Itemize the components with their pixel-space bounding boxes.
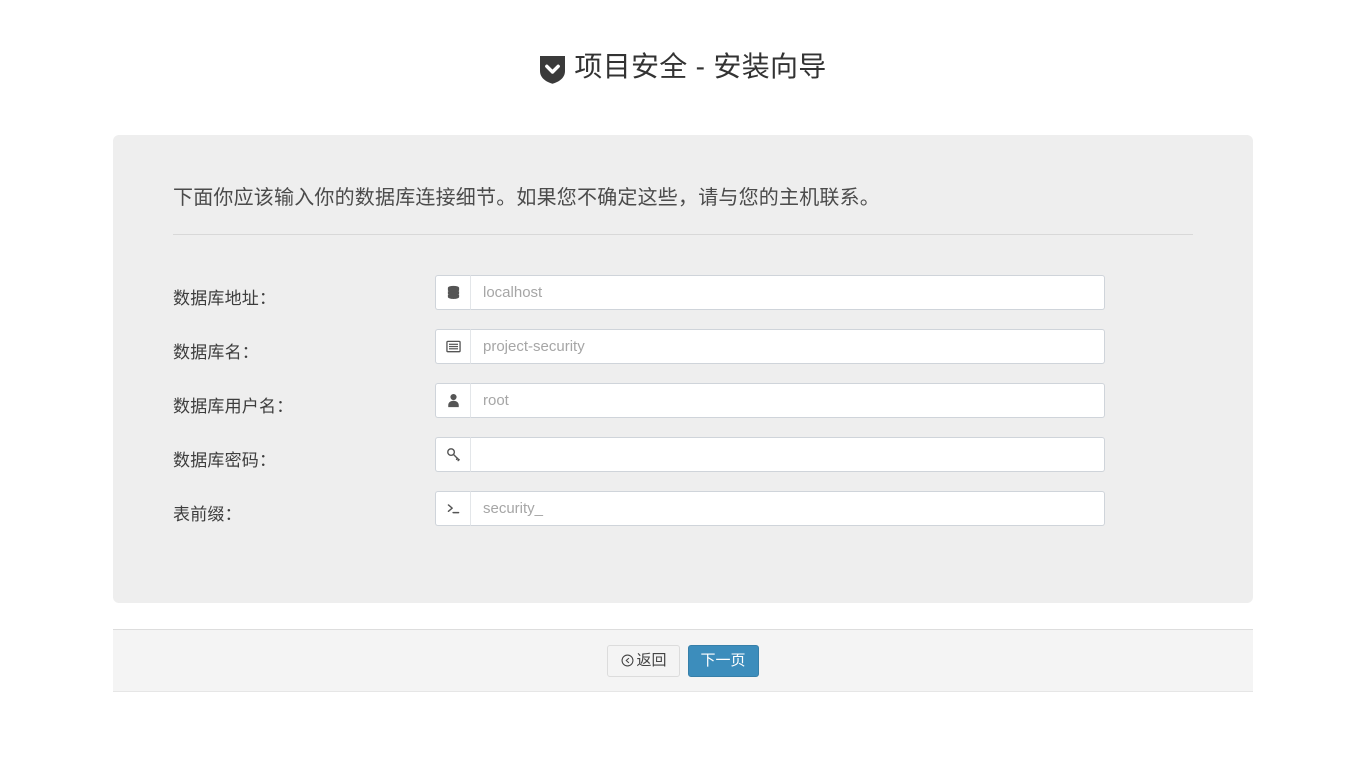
page-header: 项目安全 - 安装向导 <box>0 50 1366 84</box>
terminal-icon <box>435 491 471 526</box>
table-list-icon <box>435 329 471 364</box>
form-row-db-host: 数据库地址： <box>113 275 1253 329</box>
next-button-label: 下一页 <box>700 652 746 669</box>
database-icon <box>435 275 471 310</box>
wizard-footer: 返回 下一页 <box>113 629 1253 692</box>
db-password-input[interactable] <box>471 437 1105 472</box>
label-db-password: 数据库密码： <box>173 451 277 470</box>
arrow-circle-left-icon <box>620 654 634 668</box>
db-name-input[interactable] <box>471 329 1105 364</box>
form-row-db-name: 数据库名： <box>113 329 1253 383</box>
key-icon <box>435 437 471 472</box>
label-table-prefix: 表前缀： <box>173 505 242 524</box>
input-group-table-prefix <box>435 491 1105 526</box>
form-row-db-password: 数据库密码： <box>113 437 1253 491</box>
back-button[interactable]: 返回 <box>607 644 680 677</box>
back-button-label: 返回 <box>636 652 667 669</box>
install-wizard-page: 项目安全 - 安装向导 下面你应该输入你的数据库连接细节。如果您不确定这些，请与… <box>0 0 1366 768</box>
user-icon <box>435 383 471 418</box>
input-group-db-user <box>435 383 1105 418</box>
panel-divider <box>173 234 1193 235</box>
next-button[interactable]: 下一页 <box>687 644 759 677</box>
database-config-form: 数据库地址： 数据库名： <box>113 275 1253 545</box>
shield-chevron-down-icon <box>539 55 566 84</box>
label-db-host: 数据库地址： <box>173 289 277 308</box>
label-db-name: 数据库名： <box>173 343 259 362</box>
form-row-db-user: 数据库用户名： <box>113 383 1253 437</box>
input-group-db-name <box>435 329 1105 364</box>
page-title: 项目安全 - 安装向导 <box>574 51 827 82</box>
input-group-db-host <box>435 275 1105 310</box>
db-user-input[interactable] <box>471 383 1105 418</box>
form-row-table-prefix: 表前缀： <box>113 491 1253 545</box>
panel-description: 下面你应该输入你的数据库连接细节。如果您不确定这些，请与您的主机联系。 <box>173 187 880 209</box>
install-panel: 下面你应该输入你的数据库连接细节。如果您不确定这些，请与您的主机联系。 数据库地… <box>113 135 1253 603</box>
input-group-db-password <box>435 437 1105 472</box>
table-prefix-input[interactable] <box>471 491 1105 526</box>
label-db-user: 数据库用户名： <box>173 397 294 416</box>
db-host-input[interactable] <box>471 275 1105 310</box>
